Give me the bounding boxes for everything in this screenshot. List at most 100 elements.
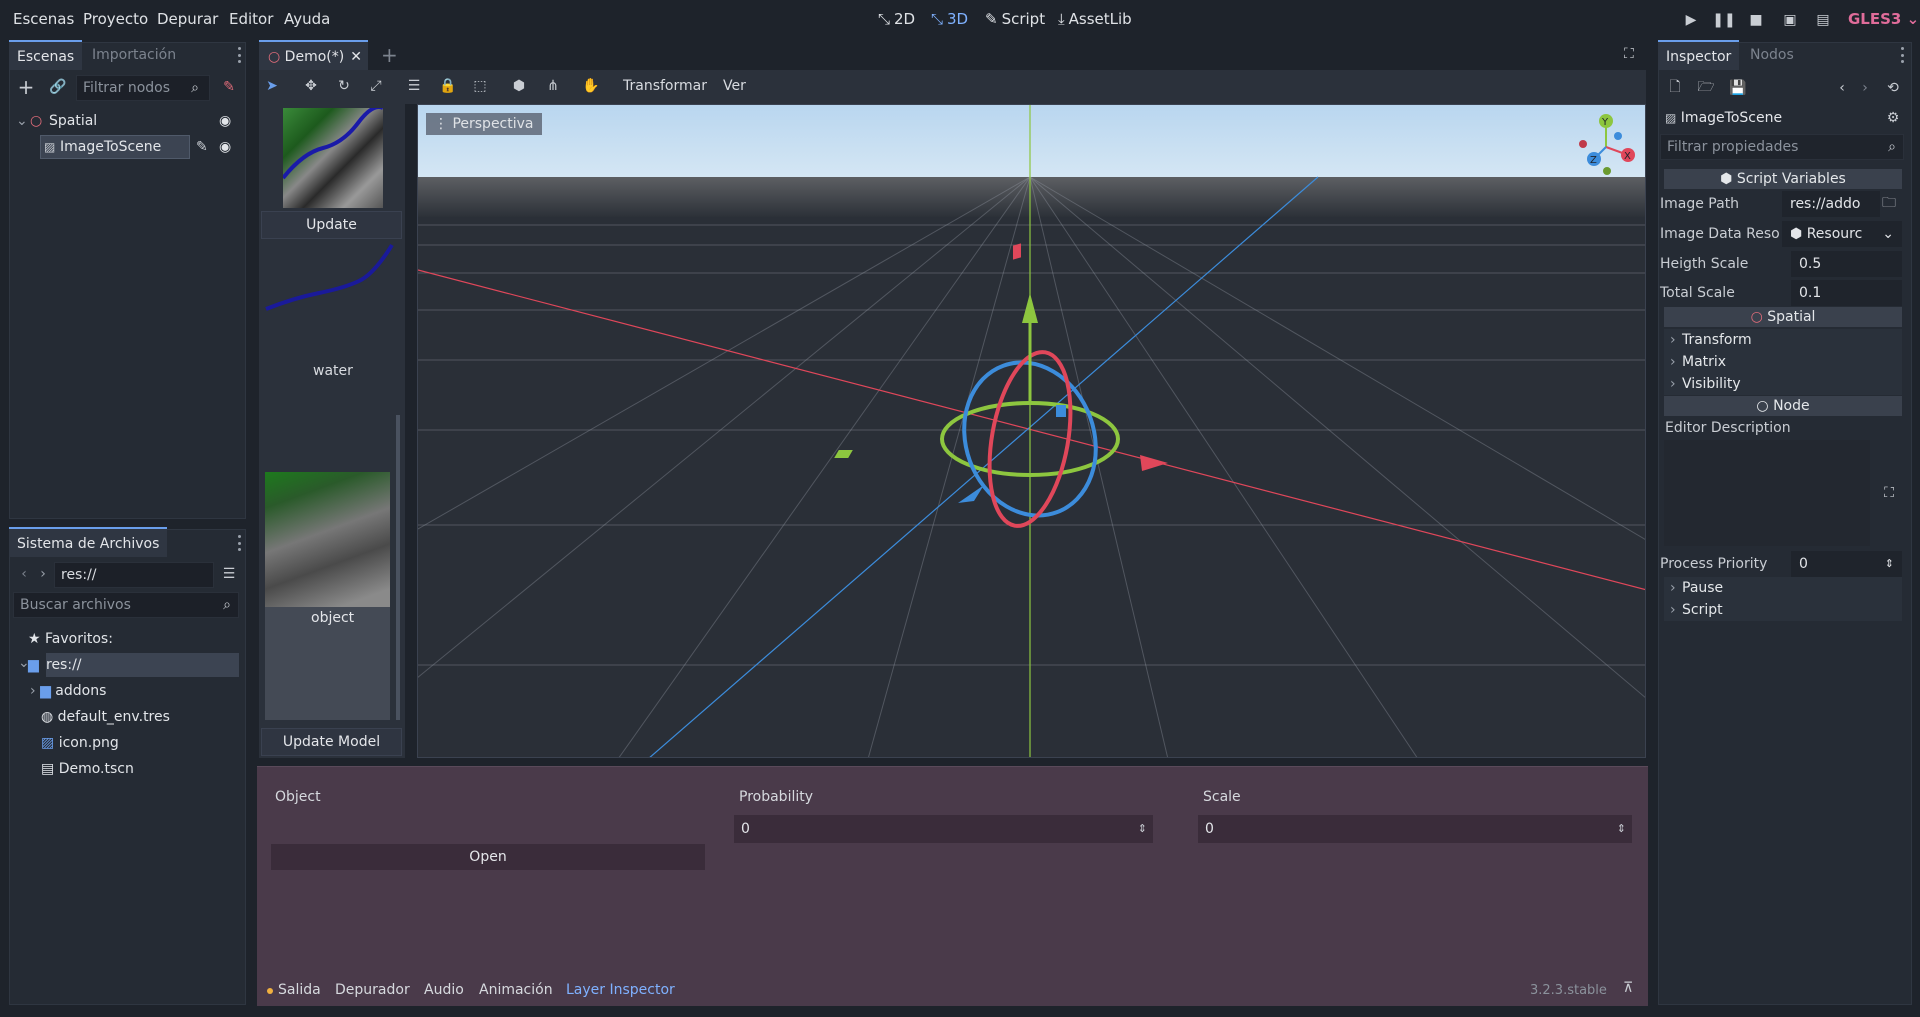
pause-icon[interactable]: ❚❚ <box>1712 9 1735 31</box>
3d-viewport[interactable]: ⋮ Perspectiva Y X Z <box>417 104 1646 758</box>
back-icon[interactable]: ‹ <box>1831 77 1853 99</box>
perspective-label: Perspectiva <box>452 116 534 132</box>
tree-node-spatial[interactable]: ⌄ ○ Spatial ◉ <box>16 109 241 133</box>
group-pause[interactable]: Pause <box>1664 577 1902 599</box>
group-transform[interactable]: Transform <box>1664 329 1902 351</box>
script-variables-section[interactable]: ⬢ Script Variables <box>1664 169 1902 189</box>
forward-icon[interactable]: › <box>32 563 54 585</box>
expand-icon[interactable]: ⛶ <box>1878 482 1900 504</box>
filter-properties-input[interactable]: Filtrar propiedades <box>1660 134 1904 160</box>
script-attach-icon[interactable]: ✎ <box>218 76 240 98</box>
more-options-icon[interactable] <box>237 535 241 551</box>
tab-nodes[interactable]: Nodos <box>1742 40 1802 70</box>
list-select-icon[interactable]: ☰ <box>403 75 425 97</box>
update-button[interactable]: Update <box>261 211 402 239</box>
tab-demo[interactable]: ○ Demo(*) ✕ <box>259 40 368 70</box>
image-data-field[interactable]: ⬢ Resourc ⌄ <box>1782 221 1902 247</box>
lock-icon[interactable]: 🔒 <box>437 75 459 97</box>
tab-inspector[interactable]: Inspector <box>1658 40 1740 70</box>
res-root-row[interactable]: res:// <box>46 653 239 677</box>
select-tool-icon[interactable]: ➤ <box>261 75 283 97</box>
spinner-icon[interactable]: ⇕ <box>1617 815 1626 843</box>
addons-row[interactable]: › ▆ addons <box>30 679 106 703</box>
menu-ayuda[interactable]: Ayuda <box>284 10 330 28</box>
node-section[interactable]: ○ Node <box>1664 396 1902 416</box>
mode-2d-button[interactable]: ⤡ 2D <box>878 10 915 28</box>
tab-escenas[interactable]: Escenas <box>9 40 83 70</box>
add-node-icon[interactable]: + <box>15 75 37 99</box>
perspective-menu[interactable]: ⋮ Perspectiva <box>426 113 542 135</box>
tree-node-imagetoscene[interactable]: ▨ ImageToScene ✎ ◉ <box>16 135 241 159</box>
move-tool-icon[interactable]: ✥ <box>300 75 322 97</box>
split-view-icon[interactable]: ☰ <box>218 563 240 585</box>
scale-tool-icon[interactable]: ⤢ <box>365 75 387 97</box>
probability-spinbox[interactable]: 0 ⇕ <box>734 815 1153 843</box>
scale-spinbox[interactable]: 0 ⇕ <box>1198 815 1632 843</box>
tab-layer-inspector[interactable]: Layer Inspector <box>566 982 675 998</box>
image-path-field[interactable]: res://addo <box>1782 191 1880 217</box>
add-tab-icon[interactable]: + <box>381 43 398 67</box>
menu-editor[interactable]: Editor <box>229 10 273 28</box>
history-icon[interactable]: ⟲ <box>1882 77 1904 99</box>
group-script[interactable]: Script <box>1664 599 1902 621</box>
group-matrix[interactable]: Matrix <box>1664 351 1902 373</box>
mode-assetlib-button[interactable]: ⤓ AssetLib <box>1058 10 1132 28</box>
new-resource-icon[interactable]: 🗋 <box>1664 77 1686 99</box>
more-options-icon[interactable] <box>237 47 241 63</box>
spinner-icon[interactable]: ⇕ <box>1138 815 1147 843</box>
open-folder-icon[interactable]: 🗁 <box>1695 77 1717 99</box>
tab-animation[interactable]: Animación <box>479 982 553 998</box>
folder-icon[interactable]: 🗀 <box>1878 193 1900 215</box>
play-scene-icon[interactable]: ▣ <box>1779 9 1801 31</box>
group-icon[interactable]: ⬚ <box>469 75 491 97</box>
total-scale-field[interactable]: 0.1 <box>1791 280 1902 306</box>
demo-tscn-row[interactable]: ▤ Demo.tscn <box>41 757 134 781</box>
stop-icon[interactable]: ■ <box>1745 9 1767 31</box>
height-scale-field[interactable]: 0.5 <box>1791 251 1902 277</box>
transform-menu[interactable]: Transformar <box>623 78 707 94</box>
fullscreen-icon[interactable]: ⛶ <box>1624 46 1634 62</box>
local-space-icon[interactable]: ⬢ <box>508 75 530 97</box>
renderer-selector[interactable]: GLES3 ⌄ <box>1848 10 1919 28</box>
mode-3d-button[interactable]: ⤡ 3D <box>931 10 968 28</box>
editor-description-field[interactable] <box>1664 440 1870 546</box>
rotate-tool-icon[interactable]: ↻ <box>333 75 355 97</box>
tab-audio[interactable]: Audio <box>424 982 464 998</box>
search-files-input[interactable]: Buscar archivos <box>13 592 239 618</box>
spatial-section[interactable]: ○ Spatial <box>1664 307 1902 327</box>
tab-filesystem[interactable]: Sistema de Archivos <box>9 527 168 557</box>
menu-proyecto[interactable]: Proyecto <box>83 10 148 28</box>
tab-debugger[interactable]: Depurador <box>335 982 410 998</box>
favorites-row[interactable]: ★ Favoritos: <box>28 627 113 651</box>
forward-icon[interactable]: › <box>1854 77 1876 99</box>
update-model-button[interactable]: Update Model <box>261 728 402 756</box>
path-input[interactable]: res:// <box>54 562 214 588</box>
play-custom-scene-icon[interactable]: ▤ <box>1812 9 1834 31</box>
process-priority-field[interactable]: 0 ⇕ <box>1791 551 1902 577</box>
save-icon[interactable]: 💾 <box>1727 77 1749 99</box>
tab-output[interactable]: Salida <box>278 982 321 998</box>
more-options-icon[interactable] <box>1900 47 1904 63</box>
axis-gizmo[interactable]: Y X Z <box>1568 109 1644 181</box>
link-icon[interactable]: 🔗 <box>47 76 69 98</box>
open-button[interactable]: Open <box>270 843 706 871</box>
default-env-row[interactable]: ◍ default_env.tres <box>41 705 170 729</box>
icon-png-row[interactable]: ▨ icon.png <box>41 731 119 755</box>
group-visibility[interactable]: Visibility <box>1664 373 1902 395</box>
object-properties-icon[interactable]: ⚙ <box>1882 107 1904 129</box>
script-icon[interactable]: ✎ <box>196 135 208 159</box>
visibility-icon[interactable]: ◉ <box>219 135 231 159</box>
play-icon[interactable]: ▶ <box>1680 9 1702 31</box>
snap-icon[interactable]: ⋔ <box>542 75 564 97</box>
camera-preview-icon[interactable]: ✋ <box>580 75 602 97</box>
spinner-icon[interactable]: ⇕ <box>1885 551 1894 577</box>
visibility-icon[interactable]: ◉ <box>219 109 231 133</box>
view-menu[interactable]: Ver <box>723 78 746 94</box>
close-icon[interactable]: ✕ <box>350 42 362 72</box>
menu-escenas[interactable]: Escenas <box>13 10 74 28</box>
menu-depurar[interactable]: Depurar <box>157 10 218 28</box>
tab-importacion[interactable]: Importación <box>84 40 184 70</box>
mode-script-button[interactable]: ✎ Script <box>985 10 1045 28</box>
pin-panel-icon[interactable]: ⊼ <box>1623 980 1633 996</box>
scrollbar[interactable] <box>396 415 400 720</box>
